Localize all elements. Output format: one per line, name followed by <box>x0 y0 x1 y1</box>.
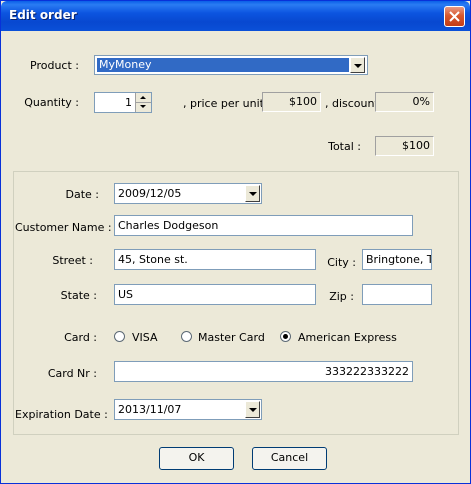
expiration-date-value: 2013/11/07 <box>118 403 182 416</box>
quantity-label: Quantity : <box>24 96 79 109</box>
card-number-input[interactable]: 333222333222 <box>114 361 413 382</box>
city-label: City : <box>327 256 356 269</box>
american-express-label: American Express <box>298 331 397 344</box>
visa-label: VISA <box>132 331 158 344</box>
product-select[interactable]: MyMoney <box>94 55 368 75</box>
expiration-dropdown-button[interactable] <box>245 401 260 418</box>
cancel-button[interactable]: Cancel <box>252 447 327 470</box>
zip-label: Zip : <box>329 290 354 303</box>
master-card-label: Master Card <box>198 331 265 344</box>
date-picker[interactable]: 2009/12/05 <box>114 183 262 204</box>
close-button[interactable] <box>444 6 465 27</box>
date-dropdown-button[interactable] <box>245 185 260 202</box>
total-value: $100 <box>375 136 434 156</box>
visa-radio[interactable] <box>114 331 125 342</box>
customer-name-label: Customer Name : <box>15 221 112 234</box>
price-value: $100 <box>262 92 321 112</box>
card-option-amex[interactable]: American Express <box>280 330 400 344</box>
american-express-radio[interactable] <box>280 331 291 342</box>
total-label: Total : <box>328 140 361 153</box>
chevron-down-icon <box>249 192 257 196</box>
close-icon <box>449 11 460 22</box>
price-label: , price per unit : <box>183 97 272 110</box>
street-input[interactable]: 45, Stone st. <box>114 249 316 270</box>
expiration-date-label: Expiration Date : <box>15 408 108 421</box>
quantity-value: 1 <box>125 96 132 109</box>
card-label: Card : <box>64 331 97 344</box>
ok-button[interactable]: OK <box>159 447 234 470</box>
spin-divider <box>136 102 151 103</box>
card-nr-label: Card Nr : <box>47 367 97 380</box>
zip-input[interactable] <box>362 284 432 305</box>
state-input[interactable]: US <box>114 284 316 305</box>
card-option-visa[interactable]: VISA <box>114 330 174 344</box>
discount-label: , discount <box>325 97 379 110</box>
title-bar[interactable]: Edit order <box>1 1 470 31</box>
window-title: Edit order <box>9 8 77 22</box>
chevron-down-icon <box>354 64 362 68</box>
spin-up-icon[interactable] <box>140 96 146 99</box>
date-label: Date : <box>65 188 100 201</box>
quantity-spinner[interactable] <box>135 93 151 112</box>
customer-name-input[interactable]: Charles Dodgeson <box>114 215 413 236</box>
city-input[interactable]: Bringtone, TX <box>362 249 432 270</box>
discount-value: 0% <box>375 92 434 112</box>
master-card-radio[interactable] <box>181 331 192 342</box>
state-label: State : <box>60 289 97 302</box>
product-selected-value: MyMoney <box>97 58 349 72</box>
product-dropdown-button[interactable] <box>350 57 365 73</box>
expiration-date-picker[interactable]: 2013/11/07 <box>114 399 262 420</box>
product-label: Product : <box>30 59 79 72</box>
spin-down-icon[interactable] <box>140 105 146 108</box>
card-option-master[interactable]: Master Card <box>181 330 271 344</box>
edit-order-dialog: Edit order Product : MyMoney Quantity : … <box>0 0 471 484</box>
date-value: 2009/12/05 <box>118 187 182 200</box>
chevron-down-icon <box>249 408 257 412</box>
quantity-stepper[interactable]: 1 <box>94 92 152 113</box>
street-label: Street : <box>52 254 93 267</box>
